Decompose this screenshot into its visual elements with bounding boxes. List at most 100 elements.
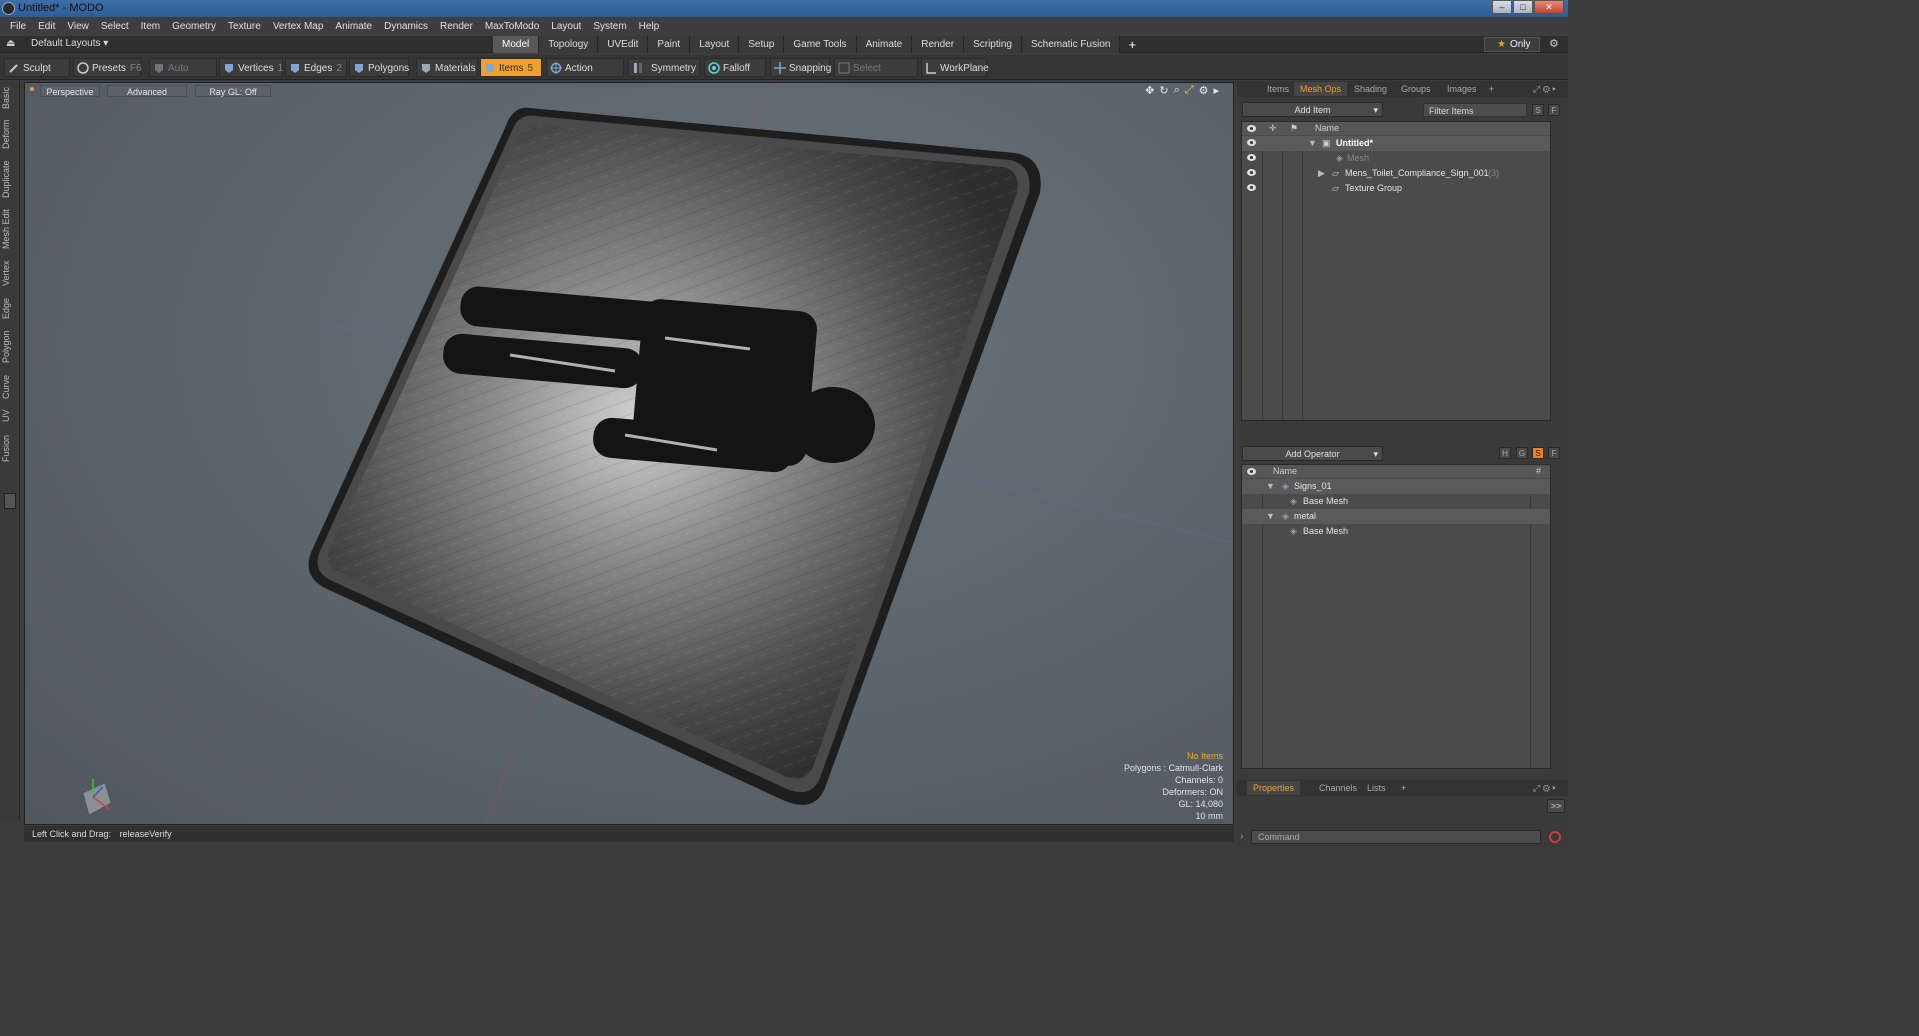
filter-s-button[interactable]: S	[1532, 104, 1544, 116]
menu-maxtomodo[interactable]: MaxToModo	[479, 21, 545, 32]
menu-layout[interactable]: Layout	[545, 21, 587, 32]
raygl-button[interactable]: Ray GL: Off	[195, 85, 271, 97]
viewport-menu-dot-icon[interactable]	[30, 87, 34, 91]
tab-layout[interactable]: Layout	[690, 36, 740, 53]
action-center-button[interactable]: Action Center	[546, 58, 624, 93]
menu-render[interactable]: Render	[434, 21, 479, 32]
viewport-settings-icon[interactable]: ⚙	[1199, 84, 1209, 97]
auto-select-button[interactable]: Auto Select	[149, 58, 217, 93]
tab-scripting[interactable]: Scripting	[964, 36, 1022, 53]
op-row-metal[interactable]: ▼ ◈ metal	[1242, 509, 1550, 524]
minimize-button[interactable]: –	[1492, 0, 1512, 14]
menu-geometry[interactable]: Geometry	[166, 21, 222, 32]
layout-selector[interactable]: Default Layouts ▾	[31, 38, 108, 49]
menu-file[interactable]: File	[4, 21, 32, 32]
gear-icon[interactable]: ⚙	[1549, 37, 1559, 50]
command-input[interactable]: Command	[1251, 830, 1541, 844]
add-item-button[interactable]: Add Item ▾	[1242, 102, 1383, 117]
item-row-sign[interactable]: ▶ ▱ Mens_Toilet_Compliance_Sign_001 (3)	[1242, 166, 1550, 181]
symmetry-button[interactable]: Symmetry	[628, 58, 700, 77]
menu-animate[interactable]: Animate	[329, 21, 378, 32]
expand-arrow-icon[interactable]: ▼	[1266, 479, 1275, 494]
name-column-header[interactable]: Name	[1315, 122, 1339, 135]
rotate-view-icon[interactable]: ↻	[1159, 84, 1168, 97]
op-row-signs[interactable]: ▼ ◈ Signs_01	[1242, 479, 1550, 494]
tab-shading[interactable]: Shading	[1348, 82, 1393, 96]
tab-model[interactable]: Model	[493, 36, 540, 53]
menu-view[interactable]: View	[61, 21, 95, 32]
tab-uvedit[interactable]: UVEdit	[598, 36, 649, 53]
filter-f-button[interactable]: F	[1548, 447, 1560, 459]
add-operator-button[interactable]: Add Operator ▾	[1242, 446, 1383, 461]
menu-dynamics[interactable]: Dynamics	[378, 21, 434, 32]
menu-help[interactable]: Help	[633, 21, 666, 32]
filter-h-button[interactable]: H	[1499, 447, 1511, 459]
edges-button[interactable]: Edges 2	[285, 58, 347, 77]
select-through-button[interactable]: Select Through	[834, 58, 918, 93]
maximize-button[interactable]: □	[1513, 0, 1533, 14]
vtab-edge[interactable]: Edge	[1, 295, 19, 321]
presets-button[interactable]: Presets F6	[73, 58, 142, 77]
palette-toggle-button[interactable]	[4, 493, 16, 509]
3d-viewport[interactable]: Perspective Advanced Ray GL: Off ✥ ↻ ⌕ ⤢…	[24, 82, 1234, 825]
op-row-base-mesh[interactable]: ◈ Base Mesh	[1242, 494, 1550, 509]
tab-images[interactable]: Images	[1441, 82, 1483, 96]
move-view-icon[interactable]: ✥	[1145, 84, 1154, 97]
vtab-basic[interactable]: Basic	[1, 84, 19, 112]
item-row-mesh[interactable]: ◈ Mesh	[1242, 151, 1550, 166]
filter-s-button[interactable]: S	[1532, 447, 1544, 459]
vtab-polygon[interactable]: Polygon	[1, 327, 19, 367]
tab-properties[interactable]: Properties	[1247, 781, 1301, 795]
op-row-base-mesh[interactable]: ◈ Base Mesh	[1242, 524, 1550, 539]
tab-render[interactable]: Render	[912, 36, 965, 53]
falloff-button[interactable]: Falloff	[704, 58, 766, 77]
tab-animate[interactable]: Animate	[856, 36, 913, 53]
tab-game-tools[interactable]: Game Tools	[784, 36, 857, 53]
shading-mode-button[interactable]: Advanced	[107, 85, 187, 97]
vtab-vertex[interactable]: Vertex	[1, 257, 19, 289]
tab-items[interactable]: Items	[1261, 82, 1295, 96]
viewport-expand-icon[interactable]: ▸	[1213, 84, 1219, 97]
record-icon[interactable]	[1549, 831, 1561, 843]
menu-system[interactable]: System	[587, 21, 632, 32]
vtab-curve[interactable]: Curve	[1, 373, 19, 401]
menu-texture[interactable]: Texture	[222, 21, 267, 32]
panel-expand-icon[interactable]: ⤢ ⚙ ▸	[1527, 781, 1562, 795]
materials-button[interactable]: Materials	[416, 58, 478, 77]
add-tab-button[interactable]: +	[1120, 36, 1144, 53]
only-button[interactable]: ★ Only	[1484, 37, 1540, 52]
filter-items-input[interactable]: Filter Items	[1423, 103, 1527, 117]
panel-expand-icon[interactable]: ⤢ ⚙ ▸	[1527, 82, 1562, 96]
view-type-button[interactable]: Perspective	[40, 85, 100, 97]
vtab-uv[interactable]: UV	[1, 407, 19, 425]
visibility-icon[interactable]	[1247, 184, 1256, 191]
snapping-button[interactable]: Snapping	[770, 58, 831, 77]
vtab-deform[interactable]: Deform	[1, 117, 19, 151]
item-row-scene[interactable]: ▼ ▣ Untitled*	[1242, 136, 1550, 151]
filter-f-button[interactable]: F	[1548, 104, 1560, 116]
visibility-icon[interactable]	[1247, 169, 1256, 176]
vtab-fusion[interactable]: Fusion	[1, 431, 19, 465]
collapse-icon[interactable]: ⏏	[6, 38, 15, 49]
name-column-header[interactable]: Name	[1273, 465, 1297, 478]
add-panel-tab-icon[interactable]: +	[1395, 781, 1412, 795]
tab-paint[interactable]: Paint	[648, 36, 691, 53]
tab-schematic-fusion[interactable]: Schematic Fusion	[1021, 36, 1121, 53]
expand-arrow-icon[interactable]: ▼	[1308, 136, 1317, 151]
menu-edit[interactable]: Edit	[32, 21, 61, 32]
menu-vertex-map[interactable]: Vertex Map	[267, 21, 330, 32]
vtab-mesh-edit[interactable]: Mesh Edit	[1, 207, 19, 251]
tab-topology[interactable]: Topology	[539, 36, 599, 53]
vtab-duplicate[interactable]: Duplicate	[1, 157, 19, 201]
menu-item[interactable]: Item	[135, 21, 166, 32]
expand-properties-button[interactable]: >>	[1547, 799, 1565, 813]
items-button[interactable]: Items 5	[480, 58, 542, 77]
sculpt-button[interactable]: Sculpt	[4, 58, 70, 77]
polygons-button[interactable]: Polygons	[349, 58, 409, 77]
menu-select[interactable]: Select	[95, 21, 135, 32]
tab-channels[interactable]: Channels	[1313, 781, 1363, 795]
close-button[interactable]: ✕	[1534, 0, 1564, 14]
zoom-view-icon[interactable]: ⌕	[1174, 84, 1180, 97]
add-panel-tab-icon[interactable]: +	[1483, 82, 1500, 96]
tab-lists[interactable]: Lists	[1361, 781, 1392, 795]
